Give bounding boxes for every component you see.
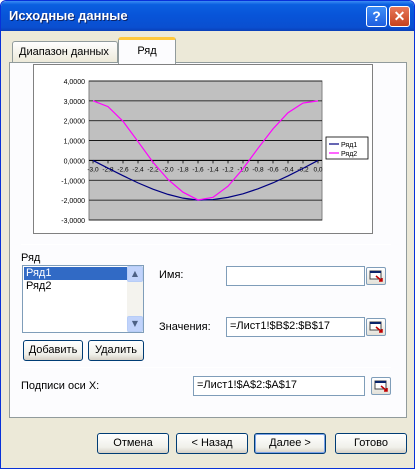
values-field[interactable]: =Лист1!$B$2:$B$17 [226,317,365,337]
x-tick-label: -1,6 [192,166,204,173]
collapse-dialog-icon [374,380,388,392]
legend-entry-1: Ряд1 [341,142,357,149]
y-tick-label: -3,0000 [61,218,85,225]
x-tick-label: -3,0 [87,166,99,173]
y-tick-label: 4,0000 [64,79,86,86]
finish-button[interactable]: Готово [335,433,407,454]
title-bar[interactable]: Исходные данные ? ✕ [1,1,414,31]
x-tick-label: 0,0 [313,166,322,173]
y-tick-label: 2,0000 [64,119,86,126]
x-tick-label: -2,4 [132,166,144,173]
collapse-dialog-icon [369,321,383,333]
x-tick-label: -2,0 [162,166,174,173]
x-tick-label: -0,8 [252,166,264,173]
name-range-picker[interactable] [366,267,386,285]
x-labels-field[interactable]: =Лист1!$A$2:$A$17 [193,376,365,396]
chart-svg: 4,0000 3,0000 2,0000 1,0000 0,0000 -1,0000 -2,… [61,79,369,225]
values-range-picker[interactable] [366,318,386,336]
legend-entry-2: Ряд2 [341,151,357,158]
x-tick-label: -1,8 [177,166,189,173]
x-tick-label: -1,4 [207,166,219,173]
tab-series[interactable]: Ряд [118,37,176,64]
x-labels-label: Подписи оси X: [21,380,100,392]
separator-top [21,244,391,245]
separator-bottom [21,367,391,368]
y-tick-label: 0,0000 [64,158,86,165]
series-list-scrollbar[interactable]: ▲ ▼ [127,266,143,332]
name-field[interactable] [226,266,365,286]
next-button[interactable]: Далее > [254,433,326,454]
y-tick-label: -2,0000 [61,198,85,205]
window-title: Исходные данные [9,8,128,23]
cancel-button[interactable]: Отмена [97,433,169,454]
values-label: Значения: [159,321,211,333]
add-series-button[interactable]: Добавить [23,340,83,361]
series-listbox[interactable]: Ряд1 Ряд2 ▲ ▼ [22,265,144,333]
x-tick-label: -0,6 [267,166,279,173]
close-button[interactable]: ✕ [389,6,410,27]
collapse-dialog-icon [369,270,383,282]
series-list-item-2[interactable]: Ряд2 [24,280,128,293]
series-group-label: Ряд [21,252,41,264]
chart-preview: 4,0000 3,0000 2,0000 1,0000 0,0000 -1,0000 -2,… [33,64,373,234]
help-button[interactable]: ? [366,6,387,27]
remove-series-button[interactable]: Удалить [88,340,144,361]
series-list-item-1[interactable]: Ряд1 [24,267,128,280]
x-tick-label: -2,6 [117,166,129,173]
back-button[interactable]: < Назад [176,433,248,454]
y-tick-label: -1,0000 [61,178,85,185]
x-tick-label: -1,2 [222,166,234,173]
source-data-dialog: Исходные данные ? ✕ Диапазон данных Ряд … [0,0,415,469]
x-tick-label: -0,4 [282,166,294,173]
y-tick-label: 3,0000 [64,99,86,106]
tab-data-range[interactable]: Диапазон данных [12,41,118,63]
scroll-down-icon[interactable]: ▼ [127,316,143,332]
y-tick-label: 1,0000 [64,139,86,146]
scroll-up-icon[interactable]: ▲ [127,266,143,282]
x-labels-range-picker[interactable] [371,377,391,395]
name-label: Имя: [159,269,184,281]
